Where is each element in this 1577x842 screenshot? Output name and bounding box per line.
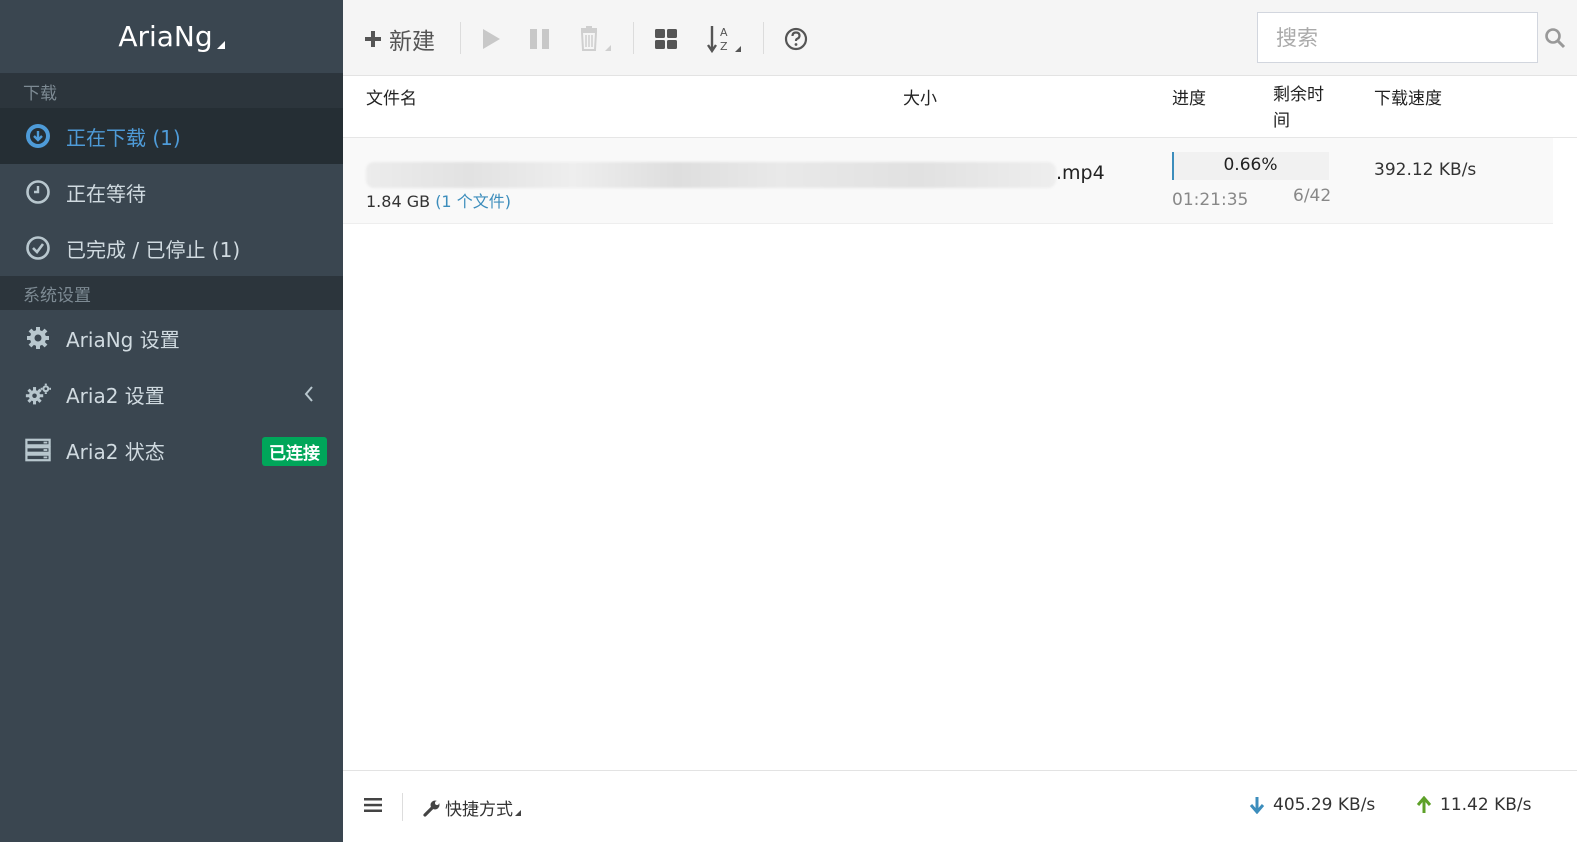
display-mode-button[interactable]	[654, 20, 678, 58]
filename-extension: .mp4	[1056, 162, 1105, 184]
sidebar-item-downloading[interactable]: 正在下载 (1)	[0, 108, 343, 164]
sidebar-item-stopped[interactable]: 已完成 / 已停止 (1)	[0, 220, 343, 276]
task-size: 1.84 GB (1 个文件)	[366, 188, 511, 212]
play-icon	[483, 29, 500, 49]
grid-icon	[655, 29, 677, 49]
footer-divider	[402, 793, 403, 821]
gears-icon	[25, 381, 51, 407]
delete-button[interactable]	[578, 20, 612, 58]
sidebar: AriaNg 下载 正在下载 (1) 正在等待 已完成 / 已停止 (1) 系统…	[0, 0, 343, 842]
download-circle-icon	[25, 123, 51, 149]
chevron-left-icon	[303, 384, 315, 408]
blurred-filename	[366, 162, 1056, 188]
arrow-up-icon	[1416, 796, 1432, 813]
brand-menu[interactable]: AriaNg	[0, 0, 343, 74]
task-filename[interactable]: .mp4	[366, 162, 1105, 188]
pause-button[interactable]	[528, 20, 552, 58]
connections: 6/42	[1293, 186, 1332, 206]
svg-text:A: A	[720, 26, 728, 39]
caret-icon	[515, 809, 521, 816]
shortcuts-label: 快捷方式	[445, 800, 513, 820]
clock-icon	[25, 179, 51, 205]
caret-icon	[216, 40, 225, 49]
progress-bar: 0.66%	[1172, 152, 1329, 180]
toolbar-divider	[633, 22, 634, 54]
server-icon	[25, 437, 51, 463]
sidebar-item-label: 已完成 / 已停止 (1)	[66, 237, 241, 262]
header-remaining[interactable]: 剩余时间	[1273, 82, 1333, 134]
search-icon[interactable]	[1544, 27, 1566, 49]
sidebar-item-label: 正在等待	[66, 181, 146, 206]
question-circle-icon	[784, 27, 808, 51]
menu-toggle-button[interactable]	[364, 797, 382, 813]
global-download-speed: 405.29 KB/s	[1249, 795, 1375, 815]
trash-icon	[580, 26, 611, 51]
sort-alpha-icon: AZ	[707, 26, 741, 54]
progress-text: 0.66%	[1223, 155, 1278, 175]
main-panel: 新建 AZ 搜索 文件名 大小 进度 剩余时间 下载速度 .mp4 1.84 G…	[343, 0, 1577, 842]
sidebar-item-aria2-settings[interactable]: Aria2 设置	[0, 366, 343, 422]
wrench-icon	[423, 800, 440, 817]
brand-title: AriaNg	[118, 20, 213, 53]
table-header: 文件名 大小 进度 剩余时间 下载速度	[343, 76, 1577, 138]
app-window: AriaNg 下载 正在下载 (1) 正在等待 已完成 / 已停止 (1) 系统…	[0, 0, 1577, 842]
pause-icon	[530, 29, 549, 49]
sidebar-item-label: Aria2 状态	[66, 439, 165, 464]
global-download-speed-value: 405.29 KB/s	[1273, 795, 1376, 815]
svg-text:Z: Z	[720, 40, 728, 53]
search-input[interactable]	[1258, 13, 1544, 62]
task-files-link[interactable]: (1 个文件)	[435, 192, 511, 211]
section-header-downloads: 下载	[0, 74, 343, 108]
table-row[interactable]: .mp4 1.84 GB (1 个文件) 0.66% 01:21:35 6/42…	[343, 138, 1553, 224]
section-header-settings: 系统设置	[0, 276, 343, 310]
new-task-button[interactable]: 新建	[363, 20, 435, 58]
check-circle-icon	[25, 235, 51, 261]
help-button[interactable]	[784, 20, 808, 58]
download-speed: 392.12 KB/s	[1374, 160, 1477, 180]
hamburger-icon	[364, 798, 382, 812]
search-box	[1257, 12, 1566, 63]
toolbar: 新建 AZ	[343, 0, 1577, 76]
gear-icon	[25, 325, 51, 351]
sidebar-item-waiting[interactable]: 正在等待	[0, 164, 343, 220]
header-filename[interactable]: 文件名	[366, 84, 417, 109]
sort-button[interactable]: AZ	[707, 20, 743, 58]
header-progress[interactable]: 进度	[1172, 84, 1206, 109]
global-upload-speed: 11.42 KB/s	[1416, 795, 1531, 815]
remaining-time: 01:21:35	[1172, 190, 1249, 210]
plus-icon	[365, 31, 381, 47]
header-speed[interactable]: 下载速度	[1374, 84, 1442, 109]
header-size[interactable]: 大小	[903, 84, 937, 109]
global-upload-speed-value: 11.42 KB/s	[1440, 795, 1532, 815]
task-size-value: 1.84 GB	[366, 192, 431, 211]
sidebar-item-label: 正在下载 (1)	[66, 125, 181, 150]
sidebar-item-ariang-settings[interactable]: AriaNg 设置	[0, 310, 343, 366]
arrow-down-icon	[1249, 797, 1265, 814]
toolbar-divider	[460, 22, 461, 54]
sidebar-item-aria2-status[interactable]: Aria2 状态 已连接	[0, 422, 343, 478]
start-button[interactable]	[480, 20, 502, 58]
shortcuts-button[interactable]: 快捷方式	[423, 795, 521, 820]
footer-bar: 快捷方式 405.29 KB/s 11.42 KB/s	[343, 770, 1577, 842]
sidebar-item-label: Aria2 设置	[66, 383, 165, 408]
toolbar-divider	[763, 22, 764, 54]
status-badge: 已连接	[262, 437, 327, 466]
new-task-label: 新建	[389, 29, 435, 55]
sidebar-item-label: AriaNg 设置	[66, 327, 180, 352]
